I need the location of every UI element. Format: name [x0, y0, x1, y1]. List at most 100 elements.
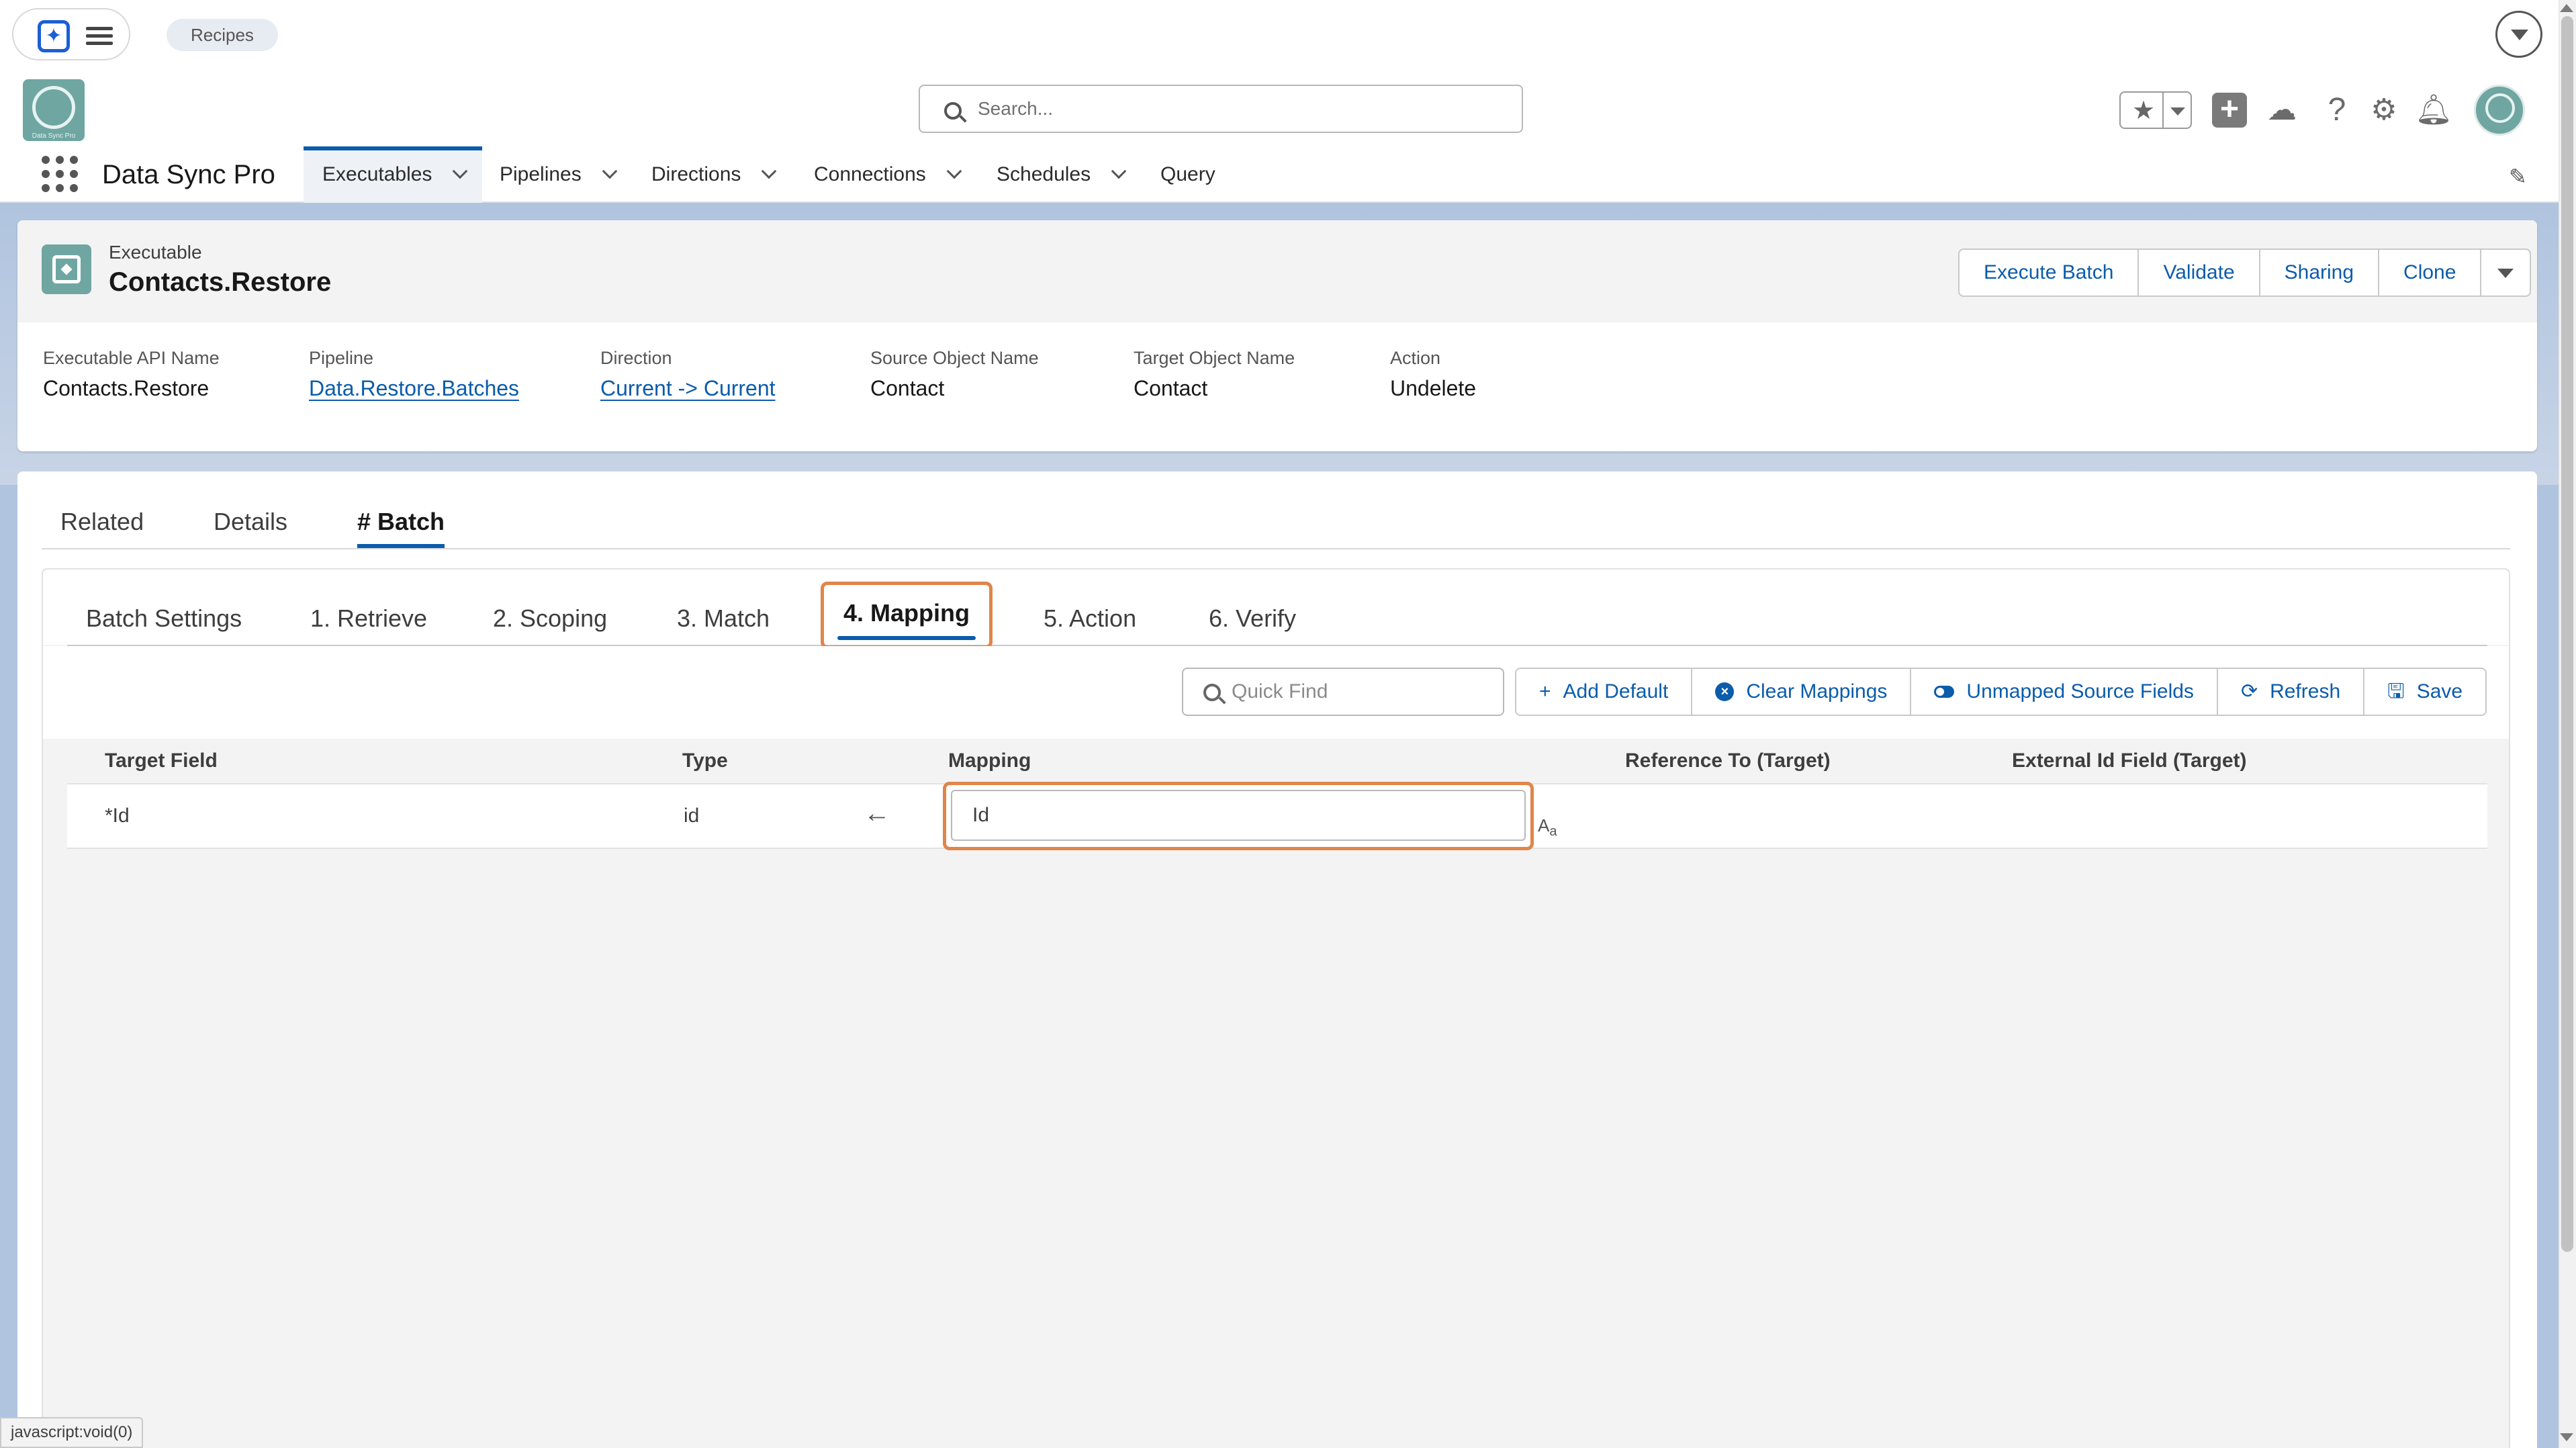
text-case-icon[interactable]: Aa — [1538, 815, 1557, 842]
button-label: Clear Mappings — [1746, 680, 1888, 703]
clear-mappings-button[interactable]: × Clear Mappings — [1692, 669, 1912, 715]
nav-tab-query[interactable]: Query — [1142, 146, 1215, 203]
subtab-batch-settings[interactable]: Batch Settings — [86, 595, 242, 645]
button-label: Save — [2416, 680, 2463, 703]
validate-button[interactable]: Validate — [2139, 250, 2260, 296]
chevron-down-icon[interactable] — [946, 163, 962, 179]
direction-link[interactable]: Current -> Current — [600, 373, 776, 403]
sparkle-icon[interactable]: ✦ — [38, 20, 70, 52]
column-header-external-id-field[interactable]: External Id Field (Target) — [2012, 745, 2247, 776]
assistant-pill[interactable]: ✦ — [12, 8, 130, 60]
chevron-down-icon[interactable] — [1111, 163, 1127, 179]
mapping-input[interactable] — [951, 790, 1526, 841]
record-title: Contacts.Restore — [109, 267, 332, 297]
refresh-icon: ⟳ — [2240, 680, 2258, 703]
field-direction: Direction Current -> Current — [600, 347, 776, 403]
scroll-down-arrow-icon[interactable] — [2560, 1433, 2573, 1441]
nav-tab-connections[interactable]: Connections — [795, 146, 962, 203]
record-actions: Execute Batch Validate Sharing Clone — [1958, 248, 2532, 297]
tab-batch[interactable]: # Batch — [357, 501, 445, 548]
button-label: Unmapped Source Fields — [1966, 680, 2194, 703]
toggle-icon — [1934, 686, 1955, 698]
subtab-scoping[interactable]: 2. Scoping — [493, 595, 607, 645]
chevron-down-icon[interactable] — [453, 163, 468, 179]
cell-type: id — [684, 805, 700, 827]
chevron-down-icon[interactable] — [602, 163, 618, 179]
field-target-object-name: Target Object Name Contact — [1134, 347, 1295, 403]
quick-find[interactable] — [1182, 668, 1504, 716]
subtab-verify[interactable]: 6. Verify — [1209, 595, 1296, 645]
subtab-mapping-label: 4. Mapping — [843, 599, 970, 627]
field-label: Target Object Name — [1134, 348, 1295, 368]
column-header-target-field[interactable]: Target Field — [105, 745, 218, 776]
nav-tab-label: Executables — [322, 163, 432, 185]
cloud-icon[interactable]: ☁ — [2263, 91, 2301, 129]
tab-related[interactable]: Related — [60, 501, 144, 548]
favorites-button[interactable]: ★ — [2119, 91, 2192, 129]
field-value: Contacts.Restore — [43, 376, 210, 400]
more-actions-button[interactable] — [2481, 250, 2530, 296]
subtab-mapping[interactable]: 4. Mapping — [821, 582, 993, 649]
field-value: Undelete — [1390, 376, 1477, 400]
star-icon[interactable]: ★ — [2127, 97, 2160, 125]
cell-target-field: *Id — [105, 805, 130, 827]
column-header-mapping[interactable]: Mapping — [948, 745, 1031, 776]
waffle-icon[interactable] — [42, 156, 78, 192]
nav-tab-directions[interactable]: Directions — [633, 146, 777, 203]
subtab-retrieve[interactable]: 1. Retrieve — [310, 595, 427, 645]
status-bar: javascript:void(0) — [0, 1417, 144, 1448]
add-default-button[interactable]: + Add Default — [1516, 669, 1693, 715]
button-label: Refresh — [2270, 680, 2341, 703]
execute-batch-button[interactable]: Execute Batch — [1960, 250, 2140, 296]
executable-object-icon — [42, 244, 91, 294]
mapping-button-group: + Add Default × Clear Mappings Unmapped So… — [1515, 668, 2487, 716]
plus-icon[interactable]: + — [2212, 93, 2247, 128]
unmapped-source-fields-button[interactable]: Unmapped Source Fields — [1911, 669, 2218, 715]
field-label: Executable API Name — [43, 348, 220, 368]
nav-tab-label: Query — [1160, 163, 1215, 185]
search-icon — [944, 102, 962, 120]
search-input[interactable] — [978, 93, 1502, 125]
browser-top-strip — [0, 0, 2576, 69]
bell-icon[interactable]: 🔔︎ — [2415, 91, 2452, 129]
gear-icon[interactable]: ⚙ — [2365, 91, 2403, 129]
favorites-dropdown-icon[interactable] — [2170, 107, 2185, 116]
nav-tab-label: Connections — [814, 163, 926, 185]
field-executable-api-name: Executable API Name Contacts.Restore — [43, 347, 220, 403]
field-label: Action — [1390, 348, 1441, 368]
app-logo[interactable]: Data Sync Pro — [23, 79, 85, 141]
app-name: Data Sync Pro — [102, 160, 275, 189]
scroll-up-arrow-icon[interactable] — [2560, 4, 2573, 12]
nav-tab-label: Directions — [651, 163, 741, 185]
refresh-button[interactable]: ⟳ Refresh — [2218, 669, 2365, 715]
arrow-left-icon: ← — [864, 799, 890, 828]
global-search[interactable] — [919, 85, 1523, 133]
pipeline-link[interactable]: Data.Restore.Batches — [309, 373, 519, 403]
chevron-down-icon[interactable] — [2495, 11, 2542, 58]
field-label: Direction — [600, 348, 672, 368]
scrollbar-thumb[interactable] — [2561, 16, 2573, 1252]
nav-tab-label: Schedules — [997, 163, 1091, 185]
field-value: Contact — [870, 376, 945, 400]
nav-tab-schedules[interactable]: Schedules — [978, 146, 1127, 203]
button-label: Add Default — [1563, 680, 1669, 703]
tab-details[interactable]: Details — [214, 501, 287, 548]
pencil-icon[interactable]: ✎ — [2509, 166, 2529, 187]
plus-icon: + — [1539, 680, 1551, 703]
record-object-type: Executable — [109, 242, 202, 263]
nav-tab-pipelines[interactable]: Pipelines — [481, 146, 618, 203]
quick-find-input[interactable] — [1232, 677, 1487, 707]
avatar[interactable] — [2474, 85, 2525, 136]
clone-button[interactable]: Clone — [2379, 250, 2482, 296]
column-header-reference-to[interactable]: Reference To (Target) — [1625, 745, 1831, 776]
subtab-match[interactable]: 3. Match — [677, 595, 770, 645]
nav-tab-executables[interactable]: Executables — [304, 146, 482, 203]
subtab-action[interactable]: 5. Action — [1044, 595, 1136, 645]
column-header-type[interactable]: Type — [682, 745, 728, 776]
sharing-button[interactable]: Sharing — [2260, 250, 2380, 296]
chevron-down-icon[interactable] — [762, 163, 777, 179]
help-icon[interactable]: ? — [2318, 91, 2356, 129]
save-button[interactable]: 🖫︎ Save — [2364, 669, 2485, 715]
hamburger-icon[interactable] — [86, 23, 113, 48]
recipes-chip[interactable]: Recipes — [167, 19, 278, 51]
